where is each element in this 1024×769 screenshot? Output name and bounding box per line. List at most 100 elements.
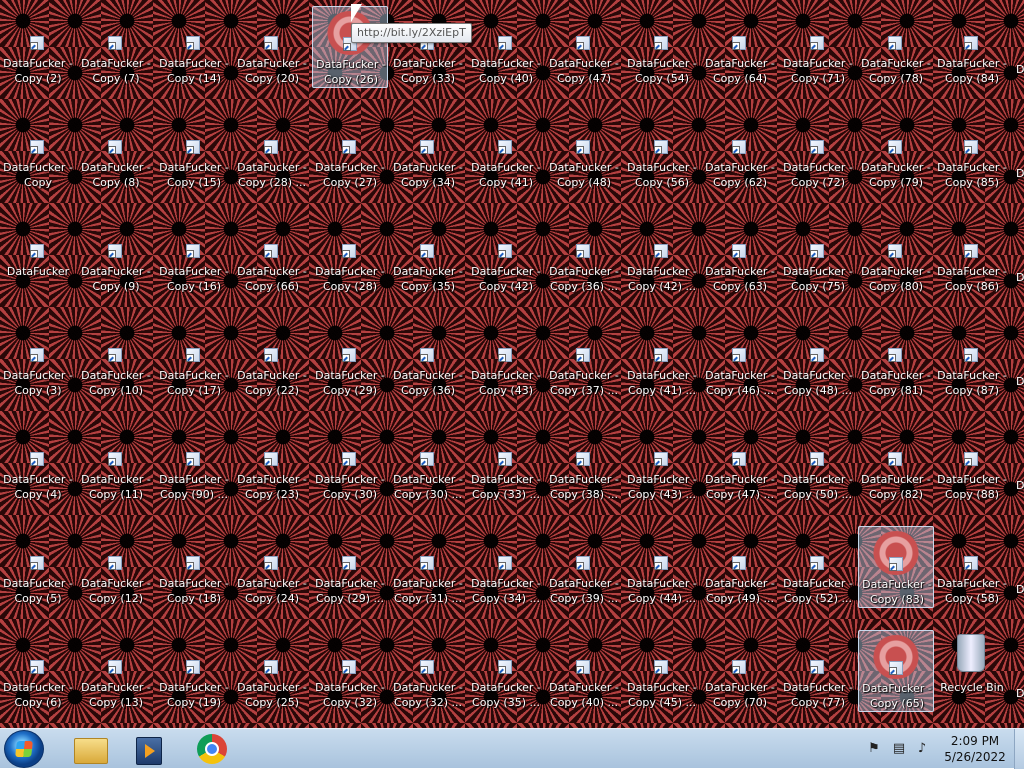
desktop-shortcut[interactable]: DataFucker - Copy (12): [78, 526, 154, 608]
desktop-shortcut[interactable]: DataFucker - Copy (48) ...: [780, 318, 856, 400]
desktop-shortcut[interactable]: DataFucker - Copy (77): [780, 630, 856, 712]
desktop-shortcut[interactable]: DataFucker - Copy (29) ...: [312, 526, 388, 608]
desktop-shortcut[interactable]: DataFucker - Copy (35): [390, 214, 466, 296]
desktop-shortcut[interactable]: DataFucker - Copy: [0, 110, 76, 192]
desktop-shortcut[interactable]: DataFucker - Copy (43) ...: [624, 422, 700, 504]
desktop-shortcut[interactable]: DataFucker - Copy (88): [934, 422, 1010, 504]
desktop-shortcut[interactable]: DataFucker - Copy (52) ...: [780, 526, 856, 608]
desktop-shortcut[interactable]: DataFucker - Copy (36) ...: [546, 214, 622, 296]
desktop-shortcut[interactable]: DataFucker - Copy (79): [858, 110, 934, 192]
desktop-shortcut[interactable]: DataFucker - Copy (7): [78, 6, 154, 88]
start-button[interactable]: [4, 730, 44, 768]
desktop-shortcut[interactable]: DataFucker - Copy (34): [390, 110, 466, 192]
desktop-shortcut[interactable]: DataFucker - Copy (78): [858, 6, 934, 88]
desktop-shortcut[interactable]: DataFucker - Copy (17): [156, 318, 232, 400]
desktop-shortcut[interactable]: DataFucker - Copy (19): [156, 630, 232, 712]
desktop-shortcut[interactable]: DataFucker - Copy (28) ...: [234, 110, 310, 192]
desktop-shortcut[interactable]: DataFucker - Copy (6): [0, 630, 76, 712]
desktop-shortcut[interactable]: DataFucker - Copy (2): [0, 6, 76, 88]
desktop-shortcut[interactable]: DataFucker - Copy (56): [624, 110, 700, 192]
desktop-shortcut[interactable]: DataFucker - Copy (35) ...: [468, 630, 544, 712]
desktop-shortcut[interactable]: DataFucker - Copy (4): [0, 422, 76, 504]
action-center-flag-icon[interactable]: ⚑: [866, 741, 882, 757]
desktop-shortcut[interactable]: DataFucker - Copy (33) ...: [468, 422, 544, 504]
desktop-shortcut[interactable]: DataFucker - Copy (82): [858, 422, 934, 504]
desktop-shortcut[interactable]: DataFucker - Copy (25): [234, 630, 310, 712]
desktop-shortcut[interactable]: DataFucker - Copy (45) ...: [624, 630, 700, 712]
desktop-shortcut[interactable]: DataFucker - Copy (90) ...: [156, 422, 232, 504]
desktop-shortcut[interactable]: DataFucker - Copy (63): [702, 214, 778, 296]
desktop-shortcut[interactable]: DataFucker - Copy (85): [934, 110, 1010, 192]
desktop-shortcut[interactable]: DataFucker - Copy (18): [156, 526, 232, 608]
desktop-shortcut[interactable]: DataFucker - Copy (44) ...: [624, 526, 700, 608]
desktop-shortcut[interactable]: DataFucker - Copy (20): [234, 6, 310, 88]
taskbar-explorer-button[interactable]: [62, 732, 116, 766]
desktop-shortcut[interactable]: DataFucker - Copy (50) ...: [780, 422, 856, 504]
desktop-shortcut[interactable]: DataFucker - Copy (37) ...: [546, 318, 622, 400]
desktop-shortcut[interactable]: DataFucker - Copy (87): [934, 318, 1010, 400]
desktop-shortcut[interactable]: DataFucker - Copy (26): [312, 6, 388, 88]
desktop-shortcut[interactable]: DataFucker - Copy (40) ...: [546, 630, 622, 712]
desktop-shortcut[interactable]: DataFucker - Copy (41) ...: [624, 318, 700, 400]
desktop-shortcut[interactable]: DataFucker - Copy (81): [858, 318, 934, 400]
desktop-shortcut[interactable]: DataFucker - Copy (10): [78, 318, 154, 400]
desktop-shortcut[interactable]: DataFucker - Copy (29): [312, 318, 388, 400]
desktop-shortcut[interactable]: DataFucker - Copy (23): [234, 422, 310, 504]
desktop-shortcut[interactable]: DataFucker - Copy (41): [468, 110, 544, 192]
desktop-shortcut[interactable]: DataFucker - Copy (71): [780, 6, 856, 88]
desktop-shortcut[interactable]: DataFucker - Copy (27): [312, 110, 388, 192]
network-icon[interactable]: ▤: [891, 741, 907, 757]
desktop-shortcut[interactable]: DataFucker - Copy (47): [546, 6, 622, 88]
volume-icon[interactable]: ♪: [914, 741, 930, 757]
desktop-shortcut[interactable]: DataFucker - Copy (32) ...: [390, 630, 466, 712]
taskbar-media-player-button[interactable]: [122, 732, 176, 766]
desktop-shortcut[interactable]: DataFucker - Copy (42) ...: [624, 214, 700, 296]
desktop-shortcut[interactable]: DataFucker - Copy (42): [468, 214, 544, 296]
recycle-bin-icon-item[interactable]: Recycle Bin: [934, 630, 1010, 712]
desktop-shortcut[interactable]: DataFucker - Copy (22): [234, 318, 310, 400]
desktop-shortcut[interactable]: DataFucker - Copy (65): [858, 630, 934, 712]
desktop-shortcut[interactable]: DataFucker - Copy (43): [468, 318, 544, 400]
desktop-shortcut[interactable]: DataFucker - Copy (46) ...: [702, 318, 778, 400]
desktop-shortcut[interactable]: DataFucker - Copy (13): [78, 630, 154, 712]
desktop-shortcut[interactable]: DataFucker - Copy (28): [312, 214, 388, 296]
desktop-shortcut[interactable]: DataFucker - Copy (70): [702, 630, 778, 712]
show-desktop-button[interactable]: [1014, 729, 1024, 769]
desktop-shortcut[interactable]: DataFucker - Copy (14): [156, 6, 232, 88]
desktop-shortcut[interactable]: DataFucker - Copy (75): [780, 214, 856, 296]
desktop-shortcut[interactable]: DataFucker - Copy (5): [0, 526, 76, 608]
desktop-shortcut[interactable]: DataFucker - Copy (84): [934, 6, 1010, 88]
desktop-shortcut[interactable]: DataFucker - Copy (58): [934, 526, 1010, 608]
desktop-shortcut[interactable]: DataFucker - Copy (48): [546, 110, 622, 192]
desktop-shortcut[interactable]: DataFucker - Copy (31) ...: [390, 526, 466, 608]
desktop-shortcut[interactable]: DataFucker - Copy (62): [702, 110, 778, 192]
desktop-shortcut[interactable]: DataFucker - Copy (86): [934, 214, 1010, 296]
desktop-shortcut[interactable]: DataFucker - Copy (30) ...: [390, 422, 466, 504]
desktop-shortcut[interactable]: DataFucker - Copy (16): [156, 214, 232, 296]
desktop-shortcut[interactable]: DataFucker - Copy (49) ...: [702, 526, 778, 608]
system-clock[interactable]: 2:09 PM 5/26/2022: [940, 733, 1010, 765]
desktop-shortcut[interactable]: DataFucker - Copy (8): [78, 110, 154, 192]
desktop-shortcut[interactable]: DataFucker: [0, 214, 76, 296]
desktop-shortcut[interactable]: DataFucker - Copy (39) ...: [546, 526, 622, 608]
desktop-shortcut[interactable]: DataFucker - Copy (47) ...: [702, 422, 778, 504]
desktop-shortcut[interactable]: DataFucker - Copy (40): [468, 6, 544, 88]
desktop-shortcut[interactable]: DataFucker - Copy (15): [156, 110, 232, 192]
taskbar-chrome-button[interactable]: [186, 732, 240, 766]
desktop-shortcut[interactable]: DataFucker - Copy (30): [312, 422, 388, 504]
desktop-shortcut[interactable]: DataFucker - Copy (54): [624, 6, 700, 88]
desktop-shortcut[interactable]: DataFucker - Copy (64): [702, 6, 778, 88]
desktop-shortcut[interactable]: DataFucker - Copy (38) ...: [546, 422, 622, 504]
desktop-shortcut[interactable]: DataFucker - Copy (9): [78, 214, 154, 296]
desktop-shortcut[interactable]: DataFucker - Copy (11): [78, 422, 154, 504]
desktop-shortcut[interactable]: DataFucker - Copy (80): [858, 214, 934, 296]
desktop-shortcut[interactable]: DataFucker - Copy (3): [0, 318, 76, 400]
desktop-shortcut[interactable]: DataFucker - Copy (24): [234, 526, 310, 608]
desktop-shortcut[interactable]: DataFucker - Copy (72): [780, 110, 856, 192]
desktop-shortcut[interactable]: DataFucker - Copy (34) ...: [468, 526, 544, 608]
desktop-shortcut[interactable]: DataFucker - Copy (83): [858, 526, 934, 608]
desktop-shortcut[interactable]: DataFucker - Copy (33): [390, 6, 466, 88]
desktop-shortcut[interactable]: DataFucker - Copy (32): [312, 630, 388, 712]
desktop-shortcut[interactable]: DataFucker - Copy (36): [390, 318, 466, 400]
desktop-shortcut[interactable]: DataFucker - Copy (66): [234, 214, 310, 296]
